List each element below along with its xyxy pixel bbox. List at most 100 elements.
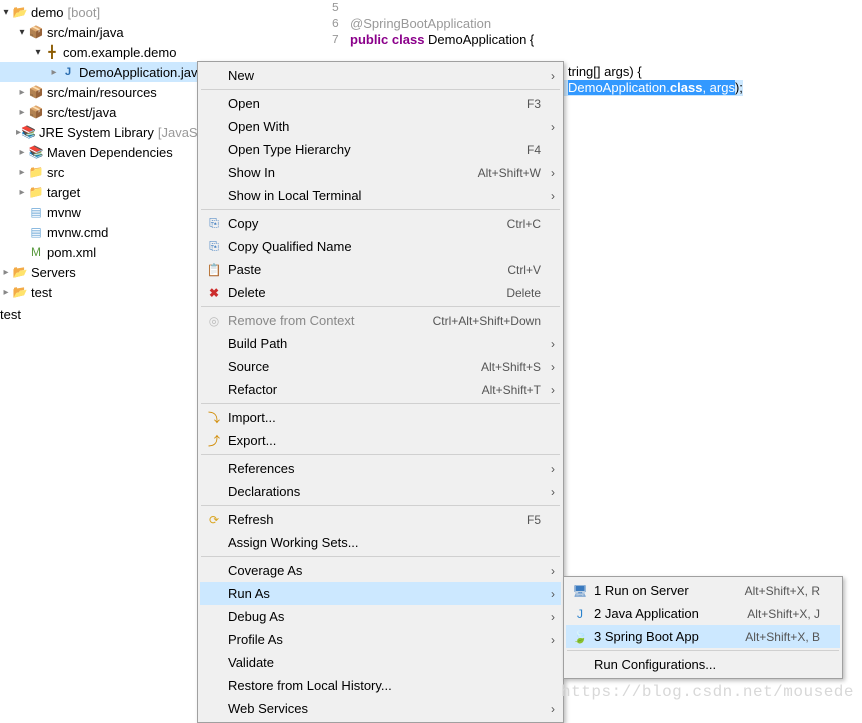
menu-paste[interactable]: 📋PasteCtrl+V xyxy=(200,258,561,281)
tree-label: src/main/java xyxy=(47,25,124,40)
package-icon: ╋ xyxy=(44,44,60,60)
keyword: class xyxy=(388,32,428,47)
class-name: DemoApplication { xyxy=(428,32,534,47)
java-file-icon: J xyxy=(60,64,76,80)
menu-label: Export... xyxy=(228,433,541,448)
menu-export[interactable]: ⤴ Export... xyxy=(200,429,561,452)
library-icon: 📚 xyxy=(21,124,36,140)
menu-label: Build Path xyxy=(228,336,541,351)
expand-icon[interactable] xyxy=(16,187,28,198)
expand-icon[interactable] xyxy=(16,147,28,158)
refresh-icon: ⟳ xyxy=(204,513,224,527)
tree-row[interactable]: ▤ mvnw.cmd xyxy=(0,222,210,242)
tree-decorator: [boot] xyxy=(68,5,101,20)
menu-open-with[interactable]: Open With xyxy=(200,115,561,138)
code-line: @SpringBootApplication xyxy=(350,16,743,32)
tree-row-selected[interactable]: J DemoApplication.java xyxy=(0,62,210,82)
xml-file-icon: M xyxy=(28,244,44,260)
menu-separator xyxy=(201,403,560,404)
menu-show-in-terminal[interactable]: Show in Local Terminal xyxy=(200,184,561,207)
menu-restore-history[interactable]: Restore from Local History... xyxy=(200,674,561,697)
menu-open-type-hierarchy[interactable]: Open Type HierarchyF4 xyxy=(200,138,561,161)
menu-copy[interactable]: ⎘CopyCtrl+C xyxy=(200,212,561,235)
project-icon: 📂 xyxy=(12,264,28,280)
tree-row[interactable]: 📦 src/test/java xyxy=(0,102,210,122)
expand-icon[interactable] xyxy=(48,67,60,78)
tree-label: mvnw xyxy=(47,205,81,220)
tree-row[interactable]: M pom.xml xyxy=(0,242,210,262)
menu-label: Coverage As xyxy=(228,563,541,578)
expand-icon[interactable] xyxy=(0,287,12,298)
menu-label: New xyxy=(228,68,541,83)
menu-web-services[interactable]: Web Services xyxy=(200,697,561,720)
menu-source[interactable]: SourceAlt+Shift+S xyxy=(200,355,561,378)
expand-icon[interactable] xyxy=(16,107,28,118)
tree-row[interactable]: 📦 src/main/java xyxy=(0,22,210,42)
menu-label: Import... xyxy=(228,410,541,425)
menu-label: Run As xyxy=(228,586,541,601)
source-folder-icon: 📦 xyxy=(28,84,44,100)
export-icon: ⤴ xyxy=(204,432,224,449)
expand-icon[interactable] xyxy=(0,267,12,278)
menu-references[interactable]: References xyxy=(200,457,561,480)
tree-row[interactable]: 📁 target xyxy=(0,182,210,202)
menu-accelerator: Ctrl+Alt+Shift+Down xyxy=(433,314,541,328)
menu-delete[interactable]: ✖DeleteDelete xyxy=(200,281,561,304)
menu-show-in[interactable]: Show InAlt+Shift+W xyxy=(200,161,561,184)
line-number: 5 xyxy=(317,0,343,16)
menu-open[interactable]: OpenF3 xyxy=(200,92,561,115)
expand-icon[interactable] xyxy=(16,87,28,98)
menu-profile-as[interactable]: Profile As xyxy=(200,628,561,651)
tree-row[interactable]: 📁 src xyxy=(0,162,210,182)
editor-gutter: 5 6 7 xyxy=(317,0,343,48)
expand-icon[interactable] xyxy=(16,167,28,178)
expand-icon[interactable] xyxy=(16,27,28,38)
menu-accelerator: Delete xyxy=(506,286,541,300)
tree-row-project[interactable]: 📂 demo [boot] xyxy=(0,2,210,22)
menu-separator xyxy=(201,89,560,90)
menu-coverage-as[interactable]: Coverage As xyxy=(200,559,561,582)
tree-row[interactable]: test xyxy=(0,304,210,324)
menu-copy-qualified[interactable]: ⎘Copy Qualified Name xyxy=(200,235,561,258)
menu-refactor[interactable]: RefactorAlt+Shift+T xyxy=(200,378,561,401)
menu-label: Open With xyxy=(228,119,541,134)
tree-row[interactable]: 📦 src/main/resources xyxy=(0,82,210,102)
menu-label: Refactor xyxy=(228,382,472,397)
menu-label: Copy xyxy=(228,216,497,231)
menu-assign-working-sets[interactable]: Assign Working Sets... xyxy=(200,531,561,554)
submenu-run-configurations[interactable]: Run Configurations... xyxy=(566,653,840,676)
menu-label: Open xyxy=(228,96,517,111)
menu-run-as[interactable]: Run As xyxy=(200,582,561,605)
server-icon: 🖥 xyxy=(570,584,590,598)
tree-label: Maven Dependencies xyxy=(47,145,173,160)
source-folder-icon: 📦 xyxy=(28,104,44,120)
submenu-run-on-server[interactable]: 🖥1 Run on ServerAlt+Shift+X, R xyxy=(566,579,840,602)
submenu-java-application[interactable]: J2 Java ApplicationAlt+Shift+X, J xyxy=(566,602,840,625)
menu-debug-as[interactable]: Debug As xyxy=(200,605,561,628)
project-explorer: 📂 demo [boot] 📦 src/main/java ╋ com.exam… xyxy=(0,0,210,326)
tree-row[interactable]: 📚 Maven Dependencies xyxy=(0,142,210,162)
menu-separator xyxy=(201,306,560,307)
menu-accelerator: F5 xyxy=(527,513,541,527)
menu-build-path[interactable]: Build Path xyxy=(200,332,561,355)
menu-import[interactable]: ⤵Import... xyxy=(200,406,561,429)
tree-row[interactable]: 📚 JRE System Library [JavaSE xyxy=(0,122,210,142)
tree-row[interactable]: 📂 test xyxy=(0,282,210,302)
menu-label: Debug As xyxy=(228,609,541,624)
tree-row[interactable]: ▤ mvnw xyxy=(0,202,210,222)
submenu-spring-boot-app[interactable]: 🍃3 Spring Boot AppAlt+Shift+X, B xyxy=(566,625,840,648)
menu-separator xyxy=(201,556,560,557)
menu-separator xyxy=(201,209,560,210)
menu-new[interactable]: New xyxy=(200,64,561,87)
tree-row[interactable]: 📂 Servers xyxy=(0,262,210,282)
menu-separator xyxy=(567,650,839,651)
menu-refresh[interactable]: ⟳RefreshF5 xyxy=(200,508,561,531)
tree-row[interactable]: ╋ com.example.demo xyxy=(0,42,210,62)
expand-icon[interactable] xyxy=(32,47,44,58)
menu-label: Declarations xyxy=(228,484,541,499)
menu-validate[interactable]: Validate xyxy=(200,651,561,674)
menu-declarations[interactable]: Declarations xyxy=(200,480,561,503)
submenu-run-as: 🖥1 Run on ServerAlt+Shift+X, R J2 Java A… xyxy=(563,576,843,679)
tree-label: Servers xyxy=(31,265,76,280)
expand-icon[interactable] xyxy=(0,7,12,18)
